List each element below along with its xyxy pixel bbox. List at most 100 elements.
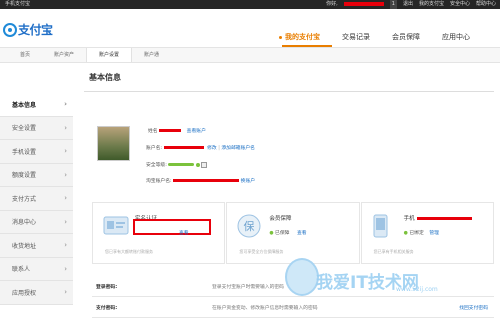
logo-text: 支付宝 — [18, 23, 53, 37]
edit-account-link[interactable]: 修改 — [207, 146, 217, 151]
subnav-assets[interactable]: 账户资产 — [42, 48, 86, 62]
sidebar-item-label: 联系人 — [12, 266, 31, 274]
sidebar-item-label: 收货地址 — [12, 242, 37, 250]
nav-label: 应用中心 — [442, 33, 470, 41]
sidebar-item-mobile[interactable]: 手机设置 › — [0, 140, 73, 164]
view-account-link[interactable]: 查看账户 — [187, 129, 206, 134]
sidebar-item-payment-methods[interactable]: 支付方式 › — [0, 187, 73, 211]
help-center-link[interactable]: 帮助中心 — [476, 0, 496, 9]
name-row: 姓名 查看账户 — [148, 127, 206, 134]
security-level-bar — [168, 163, 195, 166]
subnav-account-pass[interactable]: 账户通 — [132, 48, 171, 62]
main-nav: 我的支付宝 交易记录 会员保障 应用中心 — [268, 29, 481, 47]
row-desc: 登录支付宝账户时需要输入的密码 — [212, 284, 284, 290]
nav-app-center[interactable]: 应用中心 — [431, 29, 481, 45]
sidebar-item-limits[interactable]: 额度设置 › — [0, 163, 73, 187]
subnav-account-settings[interactable]: 账户设置 — [86, 48, 133, 62]
redacted-taobao — [173, 179, 240, 182]
sidebar-item-label: 额度设置 — [12, 172, 37, 180]
row-label: 支付密码: — [96, 305, 118, 311]
chevron-right-icon: › — [64, 241, 67, 250]
security-center-link[interactable]: 安全中心 — [450, 0, 470, 9]
card-title: 会员保障 — [269, 216, 292, 222]
header: 支付宝 我的支付宝 交易记录 会员保障 应用中心 — [0, 9, 500, 47]
chevron-right-icon: › — [64, 194, 67, 203]
name-label: 姓名 — [148, 129, 158, 134]
logo-icon — [3, 22, 17, 37]
chevron-right-icon: › — [64, 264, 67, 273]
nav-label: 交易记录 — [342, 33, 370, 41]
switch-account-link[interactable]: 换账户 — [241, 179, 255, 184]
chevron-right-icon: › — [64, 100, 67, 109]
nav-my-alipay[interactable]: 我的支付宝 — [268, 29, 332, 47]
check-icon — [195, 162, 200, 167]
chevron-right-icon: › — [64, 217, 67, 226]
watermark-url: www.52ij.com — [396, 286, 438, 293]
nav-transactions[interactable]: 交易记录 — [331, 29, 381, 45]
my-alipay-link[interactable]: 我的支付宝 — [419, 0, 444, 9]
chevron-right-icon: › — [64, 170, 67, 179]
subnav-home[interactable]: 首页 — [8, 48, 42, 62]
redacted-account — [163, 146, 204, 149]
id-card-icon — [103, 216, 129, 235]
sidebar-item-label: 基本信息 — [12, 101, 37, 109]
chevron-right-icon: › — [64, 123, 67, 132]
sidebar-item-basic-info[interactable]: 基本信息 › — [0, 93, 73, 117]
sidebar-item-security[interactable]: 安全设置 › — [0, 116, 73, 140]
row-desc: 在账户资金变动、修改账户信息时需要输入的密码 — [212, 305, 318, 311]
phone-icon — [373, 214, 388, 238]
avatar[interactable] — [97, 126, 130, 161]
sidebar-item-label: 安全设置 — [12, 125, 37, 133]
redaction-box — [133, 219, 211, 235]
taobao-row: 淘宝账户名: 换账户 — [146, 177, 255, 184]
greeting-text: 你好, — [326, 1, 338, 7]
sub-nav: 首页 账户资产 账户设置 账户通 — [0, 47, 500, 63]
active-dot-icon — [279, 35, 282, 39]
redacted-username — [343, 2, 384, 6]
card-mobile: 手机 ● 已绑定 管理 您已享有手机相关服务 — [360, 202, 494, 264]
add-email-link[interactable]: 添加邮箱账户名 — [221, 146, 255, 151]
account-row: 账户名: 修改 | 添加邮箱账户名 — [146, 144, 255, 151]
shield-icon: 保 — [237, 214, 261, 238]
chevron-right-icon: › — [64, 288, 67, 297]
chevron-right-icon: › — [64, 147, 67, 156]
redacted-name — [159, 129, 182, 132]
sidebar-item-app-auth[interactable]: 应用授权 › — [0, 281, 73, 305]
main-content: 基本信息 — [84, 72, 494, 92]
sidebar-item-addresses[interactable]: 收货地址 › — [0, 234, 73, 258]
edit-icon[interactable] — [201, 161, 208, 168]
sidebar-item-label: 支付方式 — [12, 195, 37, 203]
card-status: ● 已绑定 管理 — [403, 231, 439, 236]
card-title: 手机 — [404, 214, 472, 222]
card-action[interactable]: 查看 — [179, 229, 189, 236]
card-status: ● 已保障 查看 — [269, 231, 307, 236]
sidebar-item-messages[interactable]: 消息中心 › — [0, 210, 73, 234]
svg-text:保: 保 — [244, 219, 255, 233]
sidebar-item-contacts[interactable]: 联系人 › — [0, 257, 73, 281]
page-title: 基本信息 — [84, 72, 494, 92]
card-desc: 您可享受全方位保障服务 — [239, 249, 284, 254]
card-member-protection: 保 会员保障 ● 已保障 查看 您可享受全方位保障服务 — [226, 202, 360, 264]
recover-pay-password-link[interactable]: 找回支付密码 — [459, 304, 494, 311]
logout-link[interactable]: 退出 — [403, 0, 413, 9]
sidebar: 基本信息 › 安全设置 › 手机设置 › 额度设置 › 支付方式 › 消息中心 › 收货地址… — [0, 93, 73, 305]
alipay-logo[interactable]: 支付宝 — [3, 21, 53, 38]
security-level-row: 安全等级: — [146, 161, 208, 168]
table-row: 支付密码: 在账户资金变动、修改账户信息时需要输入的密码 找回支付密码 — [92, 297, 494, 318]
row-label: 登录密码: — [96, 284, 118, 290]
nav-label: 会员保障 — [392, 33, 420, 41]
security-label: 安全等级: — [146, 163, 167, 168]
card-real-name: 实名认证 查看 您已享有大额转账付款服务 — [92, 202, 226, 264]
taobao-label: 淘宝账户名: — [146, 179, 172, 184]
separator: | — [218, 146, 220, 151]
mobile-alipay-link[interactable]: 手机支付宝 — [5, 0, 30, 9]
account-label: 账户名: — [146, 146, 163, 151]
nav-label: 我的支付宝 — [285, 33, 320, 41]
card-desc: 您已享有手机相关服务 — [373, 249, 414, 254]
watermark-mascot — [285, 258, 319, 296]
nav-member-protection[interactable]: 会员保障 — [381, 29, 431, 45]
card-desc: 您已享有大额转账付款服务 — [105, 249, 153, 254]
message-counter[interactable]: 1 — [389, 0, 397, 9]
top-bar: 手机支付宝 你好, 1 退出 我的支付宝 安全中心 帮助中心 — [0, 0, 500, 9]
sidebar-item-label: 应用授权 — [12, 289, 37, 297]
